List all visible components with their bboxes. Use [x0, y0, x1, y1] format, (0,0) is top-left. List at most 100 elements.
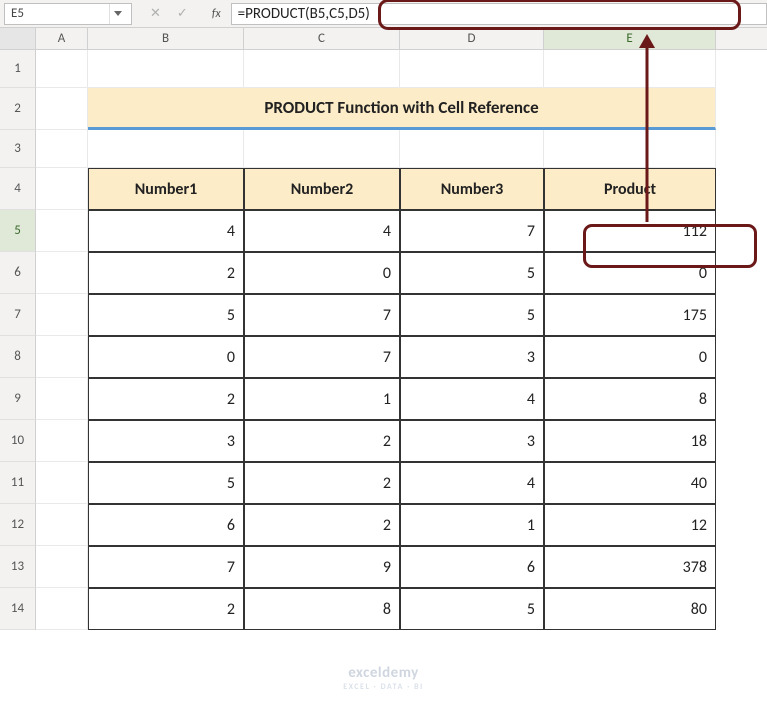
cell-e3[interactable] — [544, 130, 716, 168]
cell-b14[interactable]: 2 — [88, 588, 244, 630]
row-header-5[interactable]: 5 — [0, 210, 36, 252]
name-box-dropdown-icon[interactable] — [109, 4, 125, 24]
cell-d1[interactable] — [400, 50, 544, 88]
cell-d11[interactable]: 4 — [400, 462, 544, 504]
col-header-b[interactable]: B — [88, 28, 244, 49]
row-header-13[interactable]: 13 — [0, 546, 36, 588]
table-row: 5 7 5 175 — [36, 294, 716, 336]
cell-d12[interactable]: 1 — [400, 504, 544, 546]
cell-a1[interactable] — [36, 50, 88, 88]
cell-e13[interactable]: 378 — [544, 546, 716, 588]
cell-c8[interactable]: 7 — [244, 336, 400, 378]
row-header-9[interactable]: 9 — [0, 378, 36, 420]
cell-b13[interactable]: 7 — [88, 546, 244, 588]
row-header-14[interactable]: 14 — [0, 588, 36, 630]
cell-e8[interactable]: 0 — [544, 336, 716, 378]
watermark: exceldemy EXCEL · DATA · BI — [0, 664, 767, 692]
cell-d6[interactable]: 5 — [400, 252, 544, 294]
cell-c12[interactable]: 2 — [244, 504, 400, 546]
formula-bar: E5 ✕ ✓ fx =PRODUCT(B5,C5,D5) — [0, 0, 767, 28]
header-number3[interactable]: Number3 — [400, 168, 544, 210]
cell-e7[interactable]: 175 — [544, 294, 716, 336]
fx-icon[interactable]: fx — [212, 7, 221, 21]
cell-c6[interactable]: 0 — [244, 252, 400, 294]
cell-b5[interactable]: 4 — [88, 210, 244, 252]
cell-a11[interactable] — [36, 462, 88, 504]
cell-c5[interactable]: 4 — [244, 210, 400, 252]
col-header-e[interactable]: E — [544, 28, 716, 49]
column-header-row: A B C D E — [0, 28, 767, 50]
col-header-d[interactable]: D — [400, 28, 544, 49]
cell-c11[interactable]: 2 — [244, 462, 400, 504]
cell-e14[interactable]: 80 — [544, 588, 716, 630]
cell-b6[interactable]: 2 — [88, 252, 244, 294]
title-cell[interactable]: PRODUCT Function with Cell Reference — [88, 88, 716, 130]
cell-c3[interactable] — [244, 130, 400, 168]
cell-e11[interactable]: 40 — [544, 462, 716, 504]
row-header-6[interactable]: 6 — [0, 252, 36, 294]
cell-c13[interactable]: 9 — [244, 546, 400, 588]
cell-c9[interactable]: 1 — [244, 378, 400, 420]
table-row: 6 2 1 12 — [36, 504, 716, 546]
row-header-10[interactable]: 10 — [0, 420, 36, 462]
cell-a9[interactable] — [36, 378, 88, 420]
cell-a12[interactable] — [36, 504, 88, 546]
cell-d14[interactable]: 5 — [400, 588, 544, 630]
cell-a2[interactable] — [36, 88, 88, 130]
confirm-icon[interactable]: ✓ — [177, 6, 188, 21]
row-header-1[interactable]: 1 — [0, 50, 36, 88]
header-number1[interactable]: Number1 — [88, 168, 244, 210]
cell-c1[interactable] — [244, 50, 400, 88]
cell-d3[interactable] — [400, 130, 544, 168]
cell-d5[interactable]: 7 — [400, 210, 544, 252]
cell-a3[interactable] — [36, 130, 88, 168]
cell-b11[interactable]: 5 — [88, 462, 244, 504]
cell-c7[interactable]: 7 — [244, 294, 400, 336]
row-header-4[interactable]: 4 — [0, 168, 36, 210]
cell-d10[interactable]: 3 — [400, 420, 544, 462]
cell-a7[interactable] — [36, 294, 88, 336]
row-header-11[interactable]: 11 — [0, 462, 36, 504]
cell-e6[interactable]: 0 — [544, 252, 716, 294]
table-row: 7 9 6 378 — [36, 546, 716, 588]
header-product[interactable]: Product — [544, 168, 716, 210]
cell-d13[interactable]: 6 — [400, 546, 544, 588]
cell-a4[interactable] — [36, 168, 88, 210]
row-header-8[interactable]: 8 — [0, 336, 36, 378]
cell-d7[interactable]: 5 — [400, 294, 544, 336]
row-header-12[interactable]: 12 — [0, 504, 36, 546]
cell-b12[interactable]: 6 — [88, 504, 244, 546]
cell-a10[interactable] — [36, 420, 88, 462]
cell-b9[interactable]: 2 — [88, 378, 244, 420]
cell-e10[interactable]: 18 — [544, 420, 716, 462]
cell-b10[interactable]: 3 — [88, 420, 244, 462]
cell-b3[interactable] — [88, 130, 244, 168]
cancel-icon[interactable]: ✕ — [150, 6, 161, 21]
cell-b1[interactable] — [88, 50, 244, 88]
col-header-c[interactable]: C — [244, 28, 400, 49]
row-header-7[interactable]: 7 — [0, 294, 36, 336]
cell-b8[interactable]: 0 — [88, 336, 244, 378]
cell-a5[interactable] — [36, 210, 88, 252]
select-all-corner[interactable] — [0, 28, 36, 49]
cell-c14[interactable]: 8 — [244, 588, 400, 630]
cell-e12[interactable]: 12 — [544, 504, 716, 546]
cell-a13[interactable] — [36, 546, 88, 588]
row-header-2[interactable]: 2 — [0, 88, 36, 130]
cell-d8[interactable]: 3 — [400, 336, 544, 378]
row-header-3[interactable]: 3 — [0, 130, 36, 168]
cell-b7[interactable]: 5 — [88, 294, 244, 336]
cell-a6[interactable] — [36, 252, 88, 294]
cell-e5[interactable]: 112 — [544, 210, 716, 252]
cell-a14[interactable] — [36, 588, 88, 630]
cell-d9[interactable]: 4 — [400, 378, 544, 420]
cell-e9[interactable]: 8 — [544, 378, 716, 420]
header-number2[interactable]: Number2 — [244, 168, 400, 210]
cell-e1[interactable] — [544, 50, 716, 88]
table-row: 3 2 3 18 — [36, 420, 716, 462]
formula-input[interactable]: =PRODUCT(B5,C5,D5) — [231, 3, 767, 25]
name-box[interactable]: E5 — [4, 3, 132, 25]
cell-a8[interactable] — [36, 336, 88, 378]
col-header-a[interactable]: A — [36, 28, 88, 49]
cell-c10[interactable]: 2 — [244, 420, 400, 462]
